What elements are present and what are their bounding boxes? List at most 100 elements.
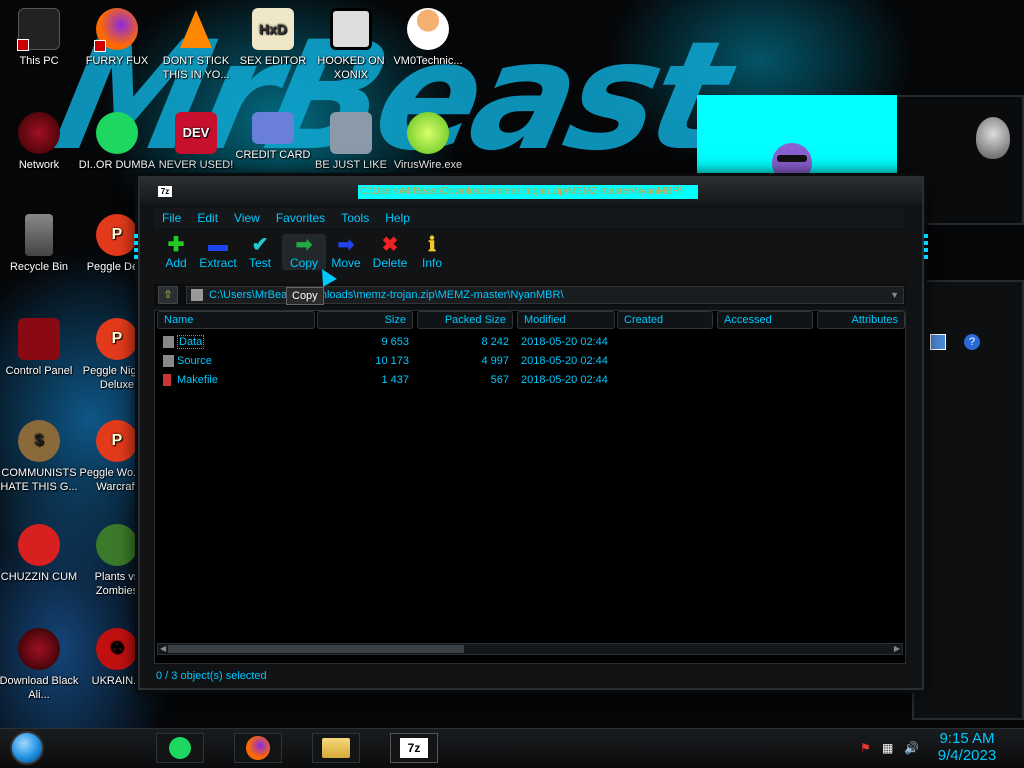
- move-button[interactable]: ➡ Move: [324, 234, 368, 270]
- computer-icon: [17, 8, 60, 51]
- menu-tools[interactable]: Tools: [333, 208, 377, 228]
- toolbar: ✚ Add ▬ Extract ✔ Test ➡ Copy ➡ Move ✖ D…: [154, 230, 904, 282]
- desktop-icon-this-pc[interactable]: This PC: [0, 8, 81, 68]
- help-icon[interactable]: ?: [964, 334, 980, 350]
- desktop-icon-viruswire[interactable]: VirusWire.exe: [386, 112, 470, 172]
- folder-icon: [163, 355, 174, 367]
- column-packed-size[interactable]: Packed Size: [417, 311, 513, 329]
- santa-icon: [330, 112, 372, 154]
- copy-button[interactable]: ➡ Copy: [282, 234, 326, 270]
- row-packed: 567: [490, 374, 509, 386]
- menu-file[interactable]: File: [154, 208, 189, 228]
- frame-glow-right: [924, 234, 928, 262]
- desktop-icon-vm0technic[interactable]: VM0Technic...: [386, 8, 470, 68]
- row-modified: 2018-05-20 02:44: [521, 336, 608, 348]
- clock-date: 9/4/2023: [937, 747, 997, 764]
- spotify-icon: [96, 112, 138, 154]
- window-titlebar[interactable]: 7z C:\Users\MrBeast\Downloads\memz-troja…: [140, 178, 922, 204]
- recycle-bin-icon: [25, 214, 53, 256]
- address-bar: ⇧ C:\Users\MrBeast\Downloads\memz-trojan…: [154, 284, 906, 306]
- xonix-icon: [330, 8, 372, 50]
- column-size[interactable]: Size: [317, 311, 413, 329]
- desktop-icon-chuzzin[interactable]: CHUZZIN CUM: [0, 524, 81, 584]
- desktop-icon-sex-editor[interactable]: HxD SEX EDITOR: [231, 8, 315, 68]
- taskbar-explorer-button[interactable]: [312, 733, 360, 763]
- delete-button[interactable]: ✖ Delete: [368, 234, 412, 270]
- flower-icon: [96, 524, 138, 566]
- vlc-cone-icon: [175, 8, 217, 50]
- clock[interactable]: 9:15 AM 9/4/2023: [932, 730, 1002, 764]
- alien-icon: [976, 117, 1010, 159]
- start-button[interactable]: [10, 731, 44, 765]
- menu-view[interactable]: View: [226, 208, 268, 228]
- chevron-down-icon[interactable]: ▼: [890, 287, 899, 303]
- firefox-icon: [246, 736, 270, 760]
- scroll-thumb[interactable]: [168, 645, 464, 653]
- desktop-icon-be-just-like[interactable]: BE JUST LIKE: [309, 112, 393, 172]
- desktop-icon-never-used[interactable]: DEV NEVER USED!: [154, 112, 238, 172]
- folder-up-button[interactable]: ⇧: [158, 286, 178, 304]
- column-name[interactable]: Name: [157, 311, 315, 329]
- scroll-left-icon[interactable]: ◀: [160, 644, 166, 653]
- menu-edit[interactable]: Edit: [189, 208, 226, 228]
- folder-icon: [191, 289, 203, 301]
- dev-cpp-icon: DEV: [175, 112, 217, 154]
- credit-card-icon: [252, 112, 294, 144]
- path-text: C:\Users\MrBeast\Downloads\memz-trojan.z…: [209, 289, 564, 301]
- row-packed: 8 242: [481, 336, 509, 348]
- desktop-icon-hooked-on-xonix[interactable]: HOOKED ON XONIX: [309, 8, 393, 82]
- desktop: MrBeast This PC Network Recycle Bin Cont…: [0, 0, 1024, 768]
- volume-icon[interactable]: 🔊: [904, 741, 919, 755]
- scroll-right-icon[interactable]: ▶: [894, 644, 900, 653]
- layout-icon[interactable]: [930, 334, 946, 350]
- desktop-icon-communists[interactable]: $ COMMUNISTS HATE THIS G...: [0, 420, 81, 494]
- horizontal-scrollbar[interactable]: ◀ ▶: [157, 643, 903, 655]
- desktop-icon-furry-fux[interactable]: FURRY FUX: [75, 8, 159, 68]
- table-row[interactable]: Makefile 1 437 567 2018-05-20 02:44: [155, 371, 905, 390]
- desktop-icon-recycle-bin[interactable]: Recycle Bin: [0, 214, 81, 274]
- info-icon: ℹ: [428, 234, 436, 256]
- x-icon: ✖: [381, 234, 399, 256]
- clock-time: 9:15 AM: [939, 730, 995, 747]
- menu-bar: File Edit View Favorites Tools Help: [154, 208, 904, 228]
- desktop-icon-download-black-alien[interactable]: Download Black Ali...: [0, 628, 81, 702]
- taskbar-7zip-button[interactable]: 7z: [390, 733, 438, 763]
- 7zip-app-icon: 7z: [158, 186, 172, 197]
- desktop-icon-credit-card[interactable]: CREDIT CARD: [231, 112, 315, 162]
- desktop-icon-network[interactable]: Network: [0, 112, 81, 172]
- add-button[interactable]: ✚ Add: [154, 234, 198, 270]
- row-modified: 2018-05-20 02:44: [521, 355, 608, 367]
- column-attributes[interactable]: Attributes: [817, 311, 905, 329]
- file-explorer-icon: [322, 738, 350, 758]
- table-row[interactable]: Source 10 173 4 997 2018-05-20 02:44: [155, 352, 905, 371]
- peggle-icon: P: [96, 214, 138, 256]
- info-button[interactable]: ℹ Info: [410, 234, 454, 270]
- taskbar-spotify-button[interactable]: [156, 733, 204, 763]
- row-name: Makefile: [177, 374, 218, 386]
- column-modified[interactable]: Modified: [517, 311, 615, 329]
- plus-icon: ✚: [167, 234, 185, 256]
- check-icon: ✔: [251, 234, 269, 256]
- column-created[interactable]: Created: [617, 311, 713, 329]
- menu-help[interactable]: Help: [377, 208, 418, 228]
- test-button[interactable]: ✔ Test: [238, 234, 282, 270]
- folder-icon: [163, 336, 174, 348]
- status-bar: 0 / 3 object(s) selected: [156, 670, 267, 682]
- minus-icon: ▬: [208, 234, 228, 256]
- desktop-icon-discord-dumba[interactable]: DI..OR DUMBA: [75, 112, 159, 172]
- peggle-icon: P: [96, 318, 138, 360]
- table-row[interactable]: Data 9 653 8 242 2018-05-20 02:44: [155, 333, 905, 352]
- network-tray-icon[interactable]: ▦: [882, 741, 893, 755]
- peggle-icon: P: [96, 420, 138, 462]
- side-window-panel: ?: [912, 280, 1024, 720]
- desktop-icon-control-panel[interactable]: Control Panel: [0, 318, 81, 378]
- doctor-icon: [407, 8, 449, 50]
- extract-button[interactable]: ▬ Extract: [196, 234, 240, 270]
- limewire-icon: [407, 112, 449, 154]
- taskbar-firefox-button[interactable]: [234, 733, 282, 763]
- flag-icon[interactable]: ⚑: [860, 741, 871, 755]
- menu-favorites[interactable]: Favorites: [268, 208, 333, 228]
- desktop-icon-dont-stick[interactable]: DONT STICK THIS IN YO...: [154, 8, 238, 82]
- money-bag-icon: $: [18, 420, 60, 462]
- column-accessed[interactable]: Accessed: [717, 311, 813, 329]
